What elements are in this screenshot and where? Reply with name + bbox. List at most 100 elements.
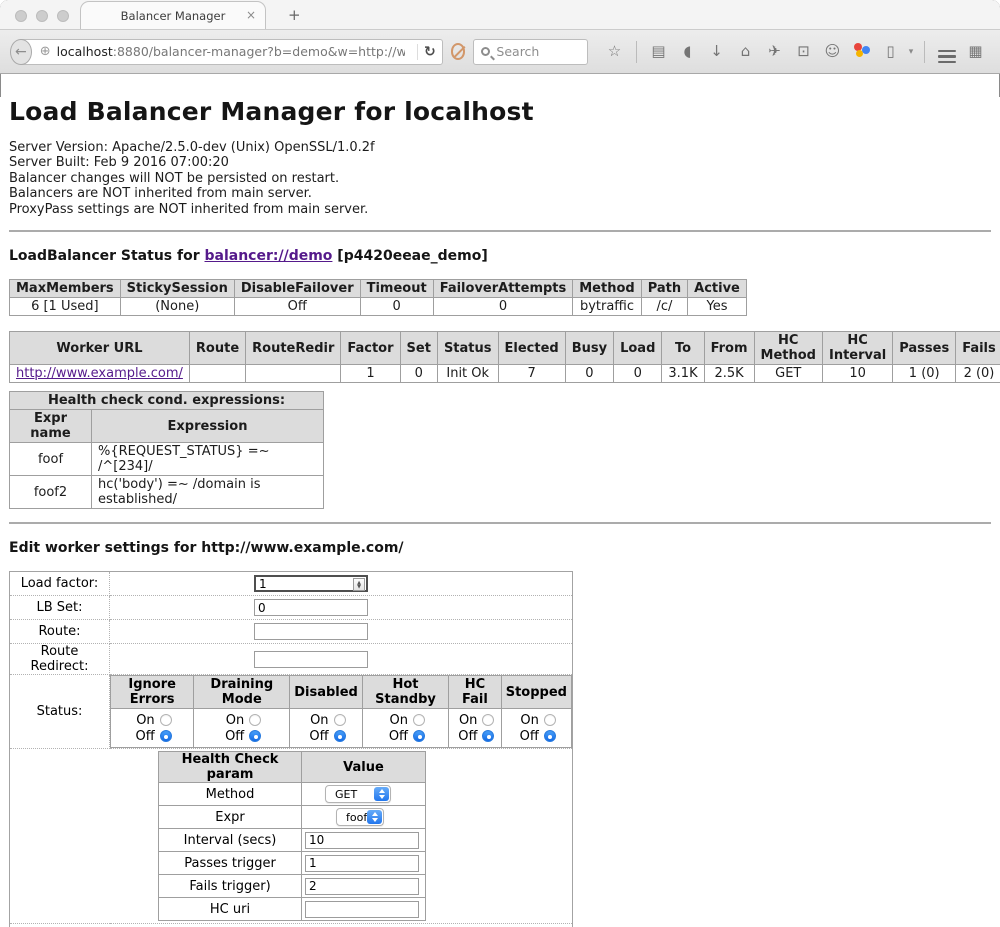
passes-trigger-input[interactable]	[305, 855, 419, 872]
new-tab-button[interactable]: +	[282, 6, 307, 24]
hc-uri-input[interactable]	[305, 901, 419, 918]
heading-suffix: [p4420eeae_demo]	[332, 248, 487, 264]
url-text[interactable]: localhost:8880/balancer-manager?b=demo&w…	[57, 44, 406, 59]
form-row: Load factor: ▲▼	[10, 572, 573, 596]
method-value: bytraffic	[573, 298, 641, 316]
home-icon[interactable]: ⌂	[731, 44, 760, 59]
column-header: Busy	[565, 332, 613, 365]
column-header: Disabled	[290, 676, 363, 709]
feedback-smiley-icon[interactable]: ☺	[818, 44, 847, 59]
search-input[interactable]: Search	[473, 39, 588, 65]
tab-title: Balancer Manager	[121, 9, 226, 23]
radio-hc-fail-off[interactable]	[482, 730, 494, 742]
route-redirect-input[interactable]	[254, 651, 368, 668]
method-select[interactable]: GET	[325, 785, 391, 803]
route-input[interactable]	[254, 623, 368, 640]
adblock-disabled-icon[interactable]	[451, 43, 466, 60]
site-identity-globe-icon[interactable]: ⊕	[40, 44, 51, 59]
on-label: On	[455, 713, 477, 728]
hc-param-row: Passes trigger	[159, 852, 426, 875]
menu-hamburger-icon[interactable]	[932, 40, 961, 63]
off-label: Off	[455, 729, 477, 744]
screenshot-extension-icon[interactable]: ▦	[961, 44, 990, 59]
radio-draining-mode-on[interactable]	[249, 714, 261, 726]
minimize-window-button[interactable]	[36, 10, 48, 22]
form-row: Route Redirect:	[10, 644, 573, 675]
radio-ignore-errors-on[interactable]	[160, 714, 172, 726]
close-window-button[interactable]	[15, 10, 27, 22]
overflow-caret-icon[interactable]: ▾	[905, 47, 917, 57]
reader-download-icon[interactable]: ⊡	[789, 44, 818, 59]
route-value	[189, 365, 245, 383]
expr-name: foof	[10, 443, 92, 476]
reload-icon[interactable]: ↻	[424, 44, 436, 60]
radio-ignore-errors-off[interactable]	[160, 730, 172, 742]
tab-close-icon[interactable]: ×	[246, 8, 256, 22]
radio-disabled-on[interactable]	[334, 714, 346, 726]
window-controls	[15, 10, 69, 22]
column-header: Passes	[893, 332, 956, 365]
url-bar[interactable]: ⊕ localhost:8880/balancer-manager?b=demo…	[19, 39, 443, 65]
number-spinner-icon[interactable]: ▲▼	[353, 578, 365, 591]
lb-set-input[interactable]	[254, 599, 368, 616]
timeout-value: 0	[360, 298, 433, 316]
worker-url-link[interactable]: http://www.example.com/	[16, 366, 183, 381]
column-header: Status	[437, 332, 498, 365]
on-label: On	[133, 713, 155, 728]
bookmark-star-icon[interactable]: ☆	[600, 44, 629, 59]
column-header: FailoverAttempts	[433, 280, 573, 298]
reading-list-icon[interactable]: ▤	[644, 44, 673, 59]
edit-worker-form: Load factor: ▲▼ LB Set: Route: Route Red…	[9, 571, 573, 927]
expr-value: %{REQUEST_STATUS} =~ /^[234]/	[92, 443, 324, 476]
radio-stopped-on[interactable]	[544, 714, 556, 726]
radio-disabled-off[interactable]	[334, 730, 346, 742]
fails-trigger-input[interactable]	[305, 878, 419, 895]
fails-value: 2 (0)	[956, 365, 1000, 383]
column-header: Elected	[498, 332, 565, 365]
radio-stopped-off[interactable]	[544, 730, 556, 742]
expr-select[interactable]: foof2	[336, 808, 384, 826]
form-row: LB Set:	[10, 596, 573, 620]
stopped-toggle: On Off	[501, 709, 571, 748]
radio-hot-standby-on[interactable]	[413, 714, 425, 726]
hc-param-row: Expr foof2	[159, 806, 426, 829]
column-header: Draining Mode	[194, 676, 290, 709]
pocket-icon[interactable]: ◖	[673, 44, 702, 59]
search-icon	[481, 47, 490, 56]
expr-label: Expr	[159, 806, 302, 829]
server-version-line: Server Version: Apache/2.5.0-dev (Unix) …	[9, 140, 991, 155]
column-header: Health Check param	[159, 752, 302, 783]
download-icon[interactable]: ↓	[702, 44, 731, 59]
back-button[interactable]: ←	[10, 39, 32, 65]
hc-param-row: Interval (secs)	[159, 829, 426, 852]
ignore-errors-toggle: On Off	[111, 709, 194, 748]
back-icon: ←	[15, 44, 27, 60]
column-header: Stopped	[501, 676, 571, 709]
route-label: Route:	[10, 620, 110, 644]
disablefailover-value: Off	[234, 298, 360, 316]
radio-draining-mode-off[interactable]	[249, 730, 261, 742]
interval-label: Interval (secs)	[159, 829, 302, 852]
balancer-demo-link[interactable]: balancer://demo	[205, 248, 333, 264]
interval-input[interactable]	[305, 832, 419, 849]
maximize-window-button[interactable]	[57, 10, 69, 22]
toolbar-icons: ☆ ▤ ◖ ↓ ⌂ ✈ ⊡ ☺ ▯ ▾ ▦	[600, 40, 990, 63]
hc-interval-value: 10	[822, 365, 892, 383]
hc-method-value: GET	[754, 365, 822, 383]
off-label: Off	[222, 729, 244, 744]
radio-hc-fail-on[interactable]	[482, 714, 494, 726]
page-title: Load Balancer Manager for localhost	[9, 97, 991, 126]
table-row: 6 [1 Used] (None) Off 0 0 bytraffic /c/ …	[10, 298, 747, 316]
tab-strip: Balancer Manager × +	[0, 0, 1000, 30]
browser-tab[interactable]: Balancer Manager ×	[80, 1, 266, 29]
url-host: localhost	[57, 44, 113, 59]
toolbar-divider	[924, 41, 925, 63]
hc-fail-toggle: On Off	[449, 709, 502, 748]
select-stepper-icon	[374, 787, 389, 801]
battery-extension-icon[interactable]: ▯	[876, 44, 905, 59]
send-tab-icon[interactable]: ✈	[760, 44, 789, 59]
extension-dots-icon[interactable]	[847, 42, 876, 61]
radio-hot-standby-off[interactable]	[413, 730, 425, 742]
column-header: Method	[573, 280, 641, 298]
load-factor-input[interactable]	[254, 575, 368, 592]
